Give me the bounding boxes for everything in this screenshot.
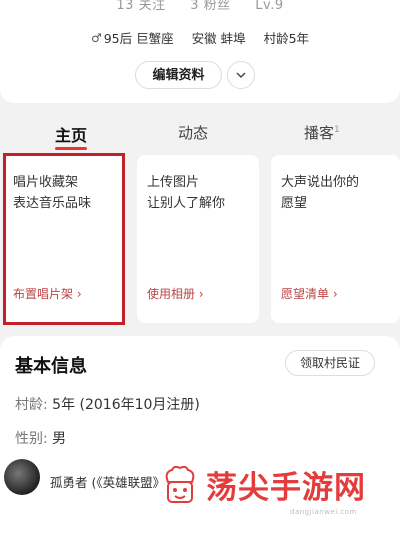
card-link-album[interactable]: 使用相册 › (147, 285, 204, 302)
info-row-village-age: 村龄: 5年 (2016年10月注册) (15, 394, 200, 414)
tag-age-zodiac: ♂ 95后 巨蟹座 (91, 28, 174, 47)
section-title: 基本信息 (15, 356, 87, 377)
card-line: 愿望 (281, 196, 308, 211)
male-icon: ♂ (90, 30, 102, 45)
info-key: 村龄: (15, 397, 48, 413)
tab-badge: 1 (334, 125, 340, 135)
site-watermark: 荡尖手游网 dangjianwei.com (160, 462, 395, 522)
tab-dynamics[interactable]: 动态 (178, 122, 208, 143)
more-button[interactable] (227, 61, 255, 89)
tag-location: 安徽 蚌埠 (192, 28, 246, 47)
card-photo-upload[interactable]: 上传图片 让别人了解你 使用相册 › (137, 155, 259, 323)
card-description: 大声说出你的 愿望 (281, 172, 359, 214)
edit-profile-button[interactable]: 编辑资料 (135, 61, 222, 89)
level-badge: Lv.9 (255, 0, 284, 13)
profile-card: 13 关注 3 粉丝 Lv.9 ♂ 95后 巨蟹座 安徽 蚌埠 村龄5年 编辑资… (0, 0, 400, 103)
profile-tags: ♂ 95后 巨蟹座 安徽 蚌埠 村龄5年 (0, 28, 400, 47)
tag-text: 95后 巨蟹座 (103, 31, 174, 46)
info-value: 男 (52, 431, 67, 447)
tab-home[interactable]: 主页 (55, 122, 87, 146)
card-link-wishlist[interactable]: 愿望清单 › (281, 285, 338, 302)
claim-village-card-button[interactable]: 领取村民证 (285, 350, 375, 376)
info-row-gender: 性别: 男 (15, 428, 66, 448)
card-line: 大声说出你的 (281, 175, 360, 190)
watermark-url: dangjianwei.com (290, 508, 357, 516)
tag-village-age: 村龄5年 (264, 28, 309, 47)
now-playing-title[interactable]: 孤勇者 (《英雄联盟》 (50, 472, 170, 491)
tag-text: 安徽 蚌埠 (191, 31, 246, 46)
tag-text: 村龄5年 (263, 31, 310, 46)
watermark-logo-icon (165, 465, 195, 503)
info-value: 5年 (2016年10月注册) (52, 397, 200, 413)
chevron-down-icon (236, 72, 246, 78)
active-tab-indicator (55, 147, 87, 150)
tab-podcast-label: 播客 (304, 124, 335, 142)
card-description: 上传图片 让别人了解你 (147, 172, 225, 214)
watermark-text: 荡尖手游网 (206, 470, 366, 506)
profile-tabs: 主页 动态 播客1 (0, 118, 400, 150)
card-wishlist[interactable]: 大声说出你的 愿望 愿望清单 › (271, 155, 400, 323)
card-line: 让别人了解你 (147, 196, 226, 211)
tab-podcast[interactable]: 播客1 (304, 122, 340, 143)
following-count[interactable]: 13 关注 (116, 0, 165, 13)
followers-count[interactable]: 3 粉丝 (190, 0, 230, 13)
album-cover[interactable] (4, 459, 40, 495)
info-key: 性别: (15, 431, 48, 447)
card-line: 上传图片 (147, 175, 200, 190)
stats-row: 13 关注 3 粉丝 Lv.9 (0, 0, 400, 13)
highlight-box (3, 153, 125, 325)
